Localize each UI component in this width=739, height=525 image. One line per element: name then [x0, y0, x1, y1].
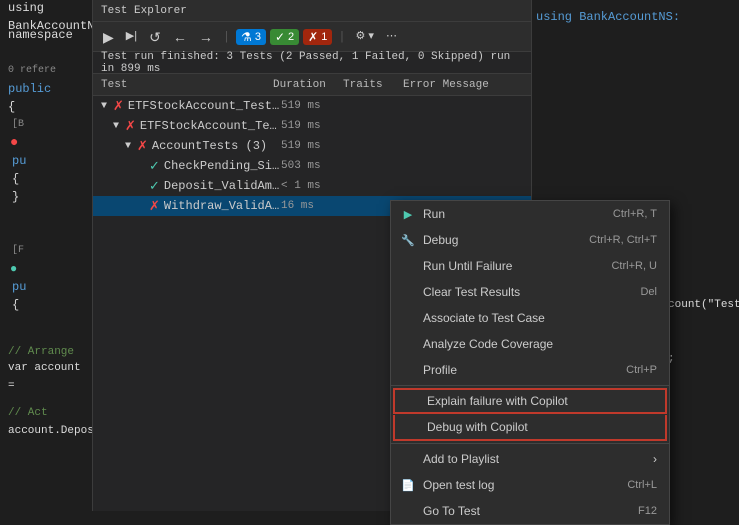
run-shortcut: Ctrl+R, T [613, 208, 657, 220]
col-error-header: Error Message [403, 79, 523, 91]
submenu-arrow: › [653, 452, 657, 466]
filter-button[interactable]: ⚙ ▾ [352, 29, 378, 44]
expand-arrow: ▼ [125, 141, 137, 152]
test-label: AccountTests (3) [152, 139, 281, 153]
explain-failure-label: Explain failure with Copilot [427, 394, 653, 408]
profile-label: Profile [423, 363, 606, 377]
col-traits-header: Traits [343, 79, 403, 91]
duration-value: 519 ms [281, 140, 351, 152]
badge-failed: ✗ 1 [303, 29, 332, 45]
fail-icon: ✗ [113, 99, 124, 114]
col-test-header: Test [101, 79, 273, 91]
goto-label: Go To Test [423, 504, 618, 518]
nav-back-button[interactable]: ← [169, 28, 191, 46]
test-label: ETFStockAccount_Tests (3) [128, 99, 281, 113]
run-icon: ▶ [399, 208, 417, 221]
goto-shortcut: F12 [638, 505, 657, 517]
duration-value: 16 ms [281, 200, 351, 212]
context-menu-profile[interactable]: Profile Ctrl+P [391, 357, 669, 383]
debug-shortcut: Ctrl+R, Ctrl+T [589, 234, 657, 246]
test-label: CheckPending_SimulatesCalcu... [164, 159, 281, 173]
tree-row[interactable]: ✓ Deposit_ValidAmount_Updates... < 1 ms [93, 176, 531, 196]
analyze-label: Analyze Code Coverage [423, 337, 637, 351]
col-duration-header: Duration [273, 79, 343, 91]
context-menu-analyze[interactable]: Analyze Code Coverage [391, 331, 669, 357]
debug-icon: 🔧 [399, 234, 417, 247]
fail-icon: ✗ [149, 199, 160, 214]
duration-value: < 1 ms [281, 180, 351, 192]
run-label: Run [423, 207, 593, 221]
settings-button[interactable]: ⋯ [382, 29, 401, 44]
context-menu-explain-failure[interactable]: Explain failure with Copilot [393, 388, 667, 414]
code-editor-left: using BankAccountNS; namespace 0 refere … [0, 0, 92, 511]
status-text: Test run finished: 3 Tests (2 Passed, 1 … [101, 51, 523, 75]
log-icon: 📄 [399, 479, 417, 492]
pass-icon: ✓ [149, 179, 160, 194]
debug-label: Debug [423, 233, 569, 247]
tree-row[interactable]: ✓ CheckPending_SimulatesCalcu... 503 ms [93, 156, 531, 176]
menu-separator [391, 443, 669, 444]
badge-total: ⚗ 3 [236, 29, 266, 45]
panel-title: Test Explorer [101, 5, 187, 17]
refresh-button[interactable]: ↺ [145, 28, 165, 46]
menu-separator [391, 385, 669, 386]
badge-green-count: 2 [288, 31, 294, 43]
open-log-label: Open test log [423, 478, 607, 492]
nav-fwd-button[interactable]: → [195, 28, 217, 46]
fail-icon: ✗ [137, 139, 148, 154]
context-menu-add-playlist[interactable]: Add to Playlist › [391, 446, 669, 472]
expand-arrow: ▼ [101, 101, 113, 112]
context-menu-run-until-failure[interactable]: Run Until Failure Ctrl+R, U [391, 253, 669, 279]
context-menu-associate[interactable]: Associate to Test Case [391, 305, 669, 331]
context-menu-clear-results[interactable]: Clear Test Results Del [391, 279, 669, 305]
expand-arrow: ▼ [113, 121, 125, 132]
associate-label: Associate to Test Case [423, 311, 637, 325]
profile-shortcut: Ctrl+P [626, 364, 657, 376]
debug-copilot-label: Debug with Copilot [427, 420, 653, 434]
debug-button[interactable]: ▶| [122, 29, 141, 44]
playlist-label: Add to Playlist [423, 452, 653, 466]
test-explorer-title: Test Explorer [93, 0, 531, 22]
tree-row[interactable]: ▼ ✗ ETFStockAccount_Tests (3) 519 ms [93, 96, 531, 116]
test-label: Deposit_ValidAmount_Updates... [164, 179, 281, 193]
clear-label: Clear Test Results [423, 285, 620, 299]
duration-value: 503 ms [281, 160, 351, 172]
duration-value: 519 ms [281, 120, 351, 132]
tree-row[interactable]: ▼ ✗ AccountTests (3) 519 ms [93, 136, 531, 156]
tree-row[interactable]: ▼ ✗ ETFStockAccount_Tests (3) 519 ms [93, 116, 531, 136]
pass-icon: ✓ [149, 159, 160, 174]
fail-icon: ✗ [125, 119, 136, 134]
run-button[interactable]: ▶ [99, 28, 118, 46]
test-label: Withdraw_ValidAmount_Update... [164, 199, 281, 213]
open-log-shortcut: Ctrl+L [627, 479, 657, 491]
context-menu: ▶ Run Ctrl+R, T 🔧 Debug Ctrl+R, Ctrl+T R… [390, 200, 670, 525]
clear-shortcut: Del [640, 286, 657, 298]
run-until-shortcut: Ctrl+R, U [611, 260, 657, 272]
context-menu-debug-copilot[interactable]: Debug with Copilot [393, 415, 667, 441]
run-until-label: Run Until Failure [423, 259, 591, 273]
context-menu-run[interactable]: ▶ Run Ctrl+R, T [391, 201, 669, 227]
test-run-status: Test run finished: 3 Tests (2 Passed, 1 … [93, 52, 531, 74]
context-menu-debug[interactable]: 🔧 Debug Ctrl+R, Ctrl+T [391, 227, 669, 253]
badge-blue-count: 3 [255, 31, 261, 43]
column-headers: Test Duration Traits Error Message [93, 74, 531, 96]
badge-passed: ✓ 2 [270, 29, 299, 45]
context-menu-open-log[interactable]: 📄 Open test log Ctrl+L [391, 472, 669, 498]
context-menu-go-to-test[interactable]: Go To Test F12 [391, 498, 669, 524]
badge-red-count: 1 [321, 31, 327, 43]
test-explorer-toolbar: ▶ ▶| ↺ ← → | ⚗ 3 ✓ 2 ✗ 1 | ⚙ ▾ ⋯ [93, 22, 531, 52]
duration-value: 519 ms [281, 100, 351, 112]
test-label: ETFStockAccount_Tests (3) [140, 119, 281, 133]
